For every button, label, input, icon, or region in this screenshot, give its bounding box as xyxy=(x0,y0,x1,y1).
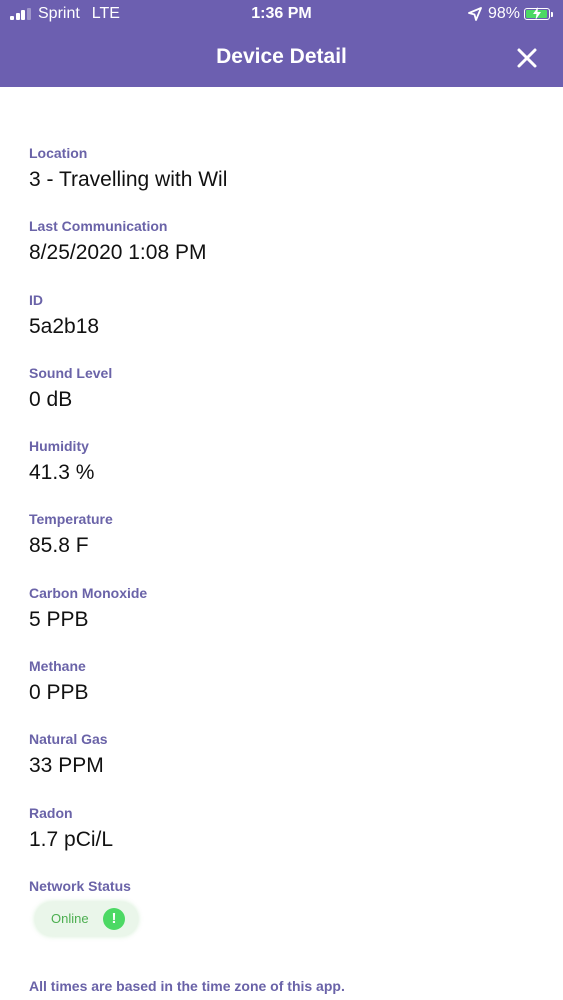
device-detail-list: Location 3 - Travelling with Wil Last Co… xyxy=(29,143,549,876)
field-value: 1.7 pCi/L xyxy=(29,827,114,851)
field-location: Location 3 - Travelling with Wil xyxy=(29,143,549,216)
field-value: 0 dB xyxy=(29,387,73,411)
field-humidity: Humidity 41.3 % xyxy=(29,436,549,509)
field-value: 33 PPM xyxy=(29,754,104,778)
field-id: ID 5a2b18 xyxy=(29,290,549,363)
field-value: 8/25/2020 1:08 PM xyxy=(29,241,207,265)
battery-nub xyxy=(551,11,553,17)
field-value: 0 PPB xyxy=(29,681,89,705)
field-carbon-monoxide: Carbon Monoxide 5 PPB xyxy=(29,583,549,656)
field-value: 5 PPB xyxy=(29,607,89,631)
page-title: Device Detail xyxy=(216,45,347,68)
field-label: Sound Level xyxy=(29,364,113,381)
field-radon: Radon 1.7 pCi/L xyxy=(29,803,549,876)
field-label: ID xyxy=(29,291,43,308)
field-sound-level: Sound Level 0 dB xyxy=(29,363,549,436)
battery-charging-icon xyxy=(524,7,550,20)
battery-percent: 98% xyxy=(487,5,520,22)
field-label: Natural Gas xyxy=(29,731,108,748)
field-temperature: Temperature 85.8 F xyxy=(29,509,549,582)
field-value: 3 - Travelling with Wil xyxy=(29,168,228,191)
field-methane: Methane 0 PPB xyxy=(29,656,549,729)
field-label: Location xyxy=(29,145,88,161)
network-status-label: Network Status xyxy=(29,878,131,894)
close-icon[interactable] xyxy=(513,44,541,72)
timezone-footnote: All times are based in the time zone of … xyxy=(29,978,345,994)
field-label: Temperature xyxy=(29,511,113,528)
status-bar: Sprint LTE 1:36 PM 98% xyxy=(0,0,563,30)
app-header: Sprint LTE 1:36 PM 98% Device Detail xyxy=(0,0,563,87)
network-status-text: Online xyxy=(51,911,89,926)
field-label: Carbon Monoxide xyxy=(29,584,148,601)
field-value: 41.3 % xyxy=(29,461,95,485)
field-natural-gas: Natural Gas 33 PPM xyxy=(29,729,549,802)
field-value: 5a2b18 xyxy=(29,314,100,338)
field-value: 85.8 F xyxy=(29,534,89,558)
network-status-badge: Online ! xyxy=(35,902,138,936)
field-label: Methane xyxy=(29,658,86,675)
location-arrow-icon xyxy=(468,7,482,21)
field-label: Radon xyxy=(29,804,73,821)
exclamation-icon: ! xyxy=(103,908,125,930)
status-right: 98% xyxy=(468,5,553,23)
field-label: Humidity xyxy=(29,438,89,455)
field-last-communication: Last Communication 8/25/2020 1:08 PM xyxy=(29,216,549,289)
field-label: Last Communication xyxy=(29,218,168,235)
